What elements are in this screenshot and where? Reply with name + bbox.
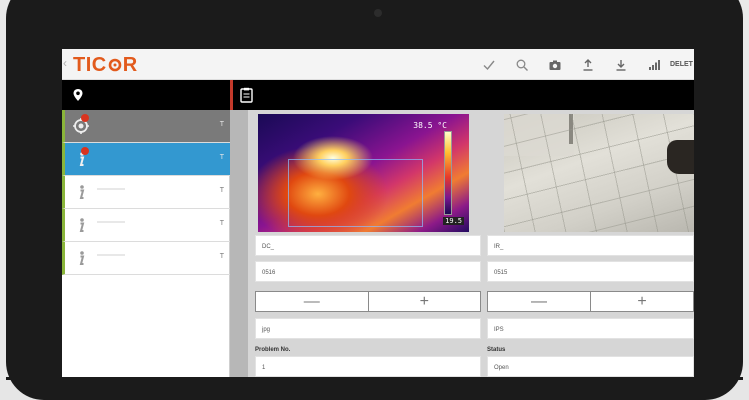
clipboard-icon[interactable] [240, 87, 253, 103]
item-type-label: T [219, 121, 224, 128]
back-icon[interactable]: ‹ [63, 56, 67, 70]
item-type-label: T [219, 220, 224, 227]
logo-text-left: TIC [73, 54, 107, 76]
list-item[interactable]: T [62, 110, 230, 143]
list-item[interactable]: T [62, 176, 230, 209]
image-stepper[interactable]: — + [255, 291, 481, 312]
info-icon [79, 251, 85, 265]
ticor-logo: TIC R [73, 54, 138, 77]
panel-edge [230, 110, 248, 377]
logo-text-right: R [122, 54, 138, 76]
list-item[interactable]: T [62, 242, 230, 275]
checkmark-icon[interactable] [472, 49, 505, 80]
appbar-actions: DELET [472, 49, 694, 80]
decrement-button[interactable]: — [488, 292, 590, 311]
sidebar-list: T T T T T [62, 110, 230, 377]
signal-icon[interactable] [637, 49, 670, 80]
search-icon[interactable] [505, 49, 538, 80]
thermal-image[interactable]: 38.5 °C 19.5 [258, 114, 469, 232]
list-item[interactable]: T [62, 209, 230, 242]
image-number-field[interactable]: 0515 [487, 261, 694, 282]
image-format-field[interactable]: IPS [487, 318, 694, 339]
photo-shoe [667, 140, 694, 174]
info-icon [79, 218, 85, 232]
list-item[interactable]: T [62, 143, 230, 176]
device-background: ‹ TIC R DELET T T T T T 38.5 °C 19.5 DC_… [0, 0, 749, 400]
visual-photo[interactable] [504, 114, 694, 232]
status-field[interactable]: Open [487, 356, 694, 377]
increment-button[interactable]: + [367, 292, 481, 311]
toolbar-divider [230, 80, 233, 110]
list-item-text [97, 188, 125, 190]
image-format-field[interactable]: jpg [255, 318, 481, 339]
logo-o-mark [108, 58, 122, 72]
camera-icon[interactable] [538, 49, 571, 80]
status-label: Status [487, 347, 506, 353]
temperature-scale [444, 131, 452, 215]
section-toolbar [62, 80, 694, 110]
image-name-field[interactable]: IR_ [487, 235, 694, 256]
problem-no-field[interactable]: 1 [255, 356, 481, 377]
decrement-button[interactable]: — [256, 292, 368, 311]
detail-panel: 38.5 °C 19.5 DC_ 0516 — + jpg Problem No… [230, 110, 694, 377]
location-pin-icon[interactable] [72, 88, 84, 102]
app-screen: ‹ TIC R DELET T T T T T 38.5 °C 19.5 DC_… [62, 49, 694, 377]
image-stepper[interactable]: — + [487, 291, 694, 312]
image-name-field[interactable]: DC_ [255, 235, 481, 256]
notification-badge [81, 114, 89, 122]
problem-no-label: Problem No. [255, 347, 291, 353]
list-item-text [97, 221, 125, 223]
download-icon[interactable] [604, 49, 637, 80]
camera-lens [374, 9, 382, 17]
item-type-label: T [219, 187, 224, 194]
image-number-field[interactable]: 0516 [255, 261, 481, 282]
max-temperature: 38.5 °C [413, 121, 447, 130]
delete-button[interactable]: DELET [670, 49, 694, 80]
notification-badge [81, 147, 89, 155]
info-icon [79, 185, 85, 199]
item-type-label: T [219, 154, 224, 161]
increment-button[interactable]: + [590, 292, 693, 311]
photo-tiles [504, 114, 694, 232]
upload-icon[interactable] [571, 49, 604, 80]
app-bar: ‹ TIC R DELET [62, 49, 694, 80]
list-item-text [97, 254, 125, 256]
item-type-label: T [219, 253, 224, 260]
measurement-area [288, 159, 423, 227]
min-temperature: 19.5 [443, 217, 464, 225]
